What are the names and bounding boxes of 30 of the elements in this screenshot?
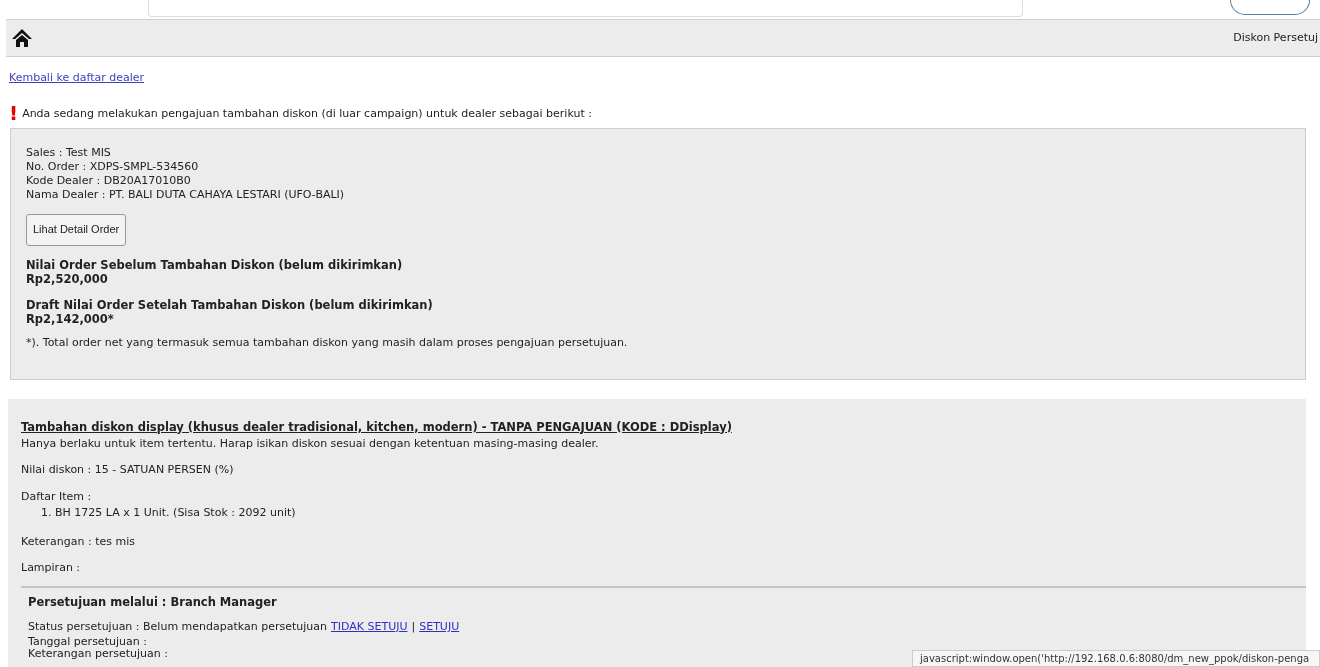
approval-date: Tanggal persetujuan : bbox=[28, 635, 147, 648]
approval-title: Persetujuan melalui : Branch Manager bbox=[28, 593, 278, 611]
approval-remark: Keterangan persetujuan : bbox=[28, 647, 168, 660]
back-link[interactable]: Kembali ke daftar dealer bbox=[9, 70, 145, 87]
link-separator: | bbox=[411, 619, 416, 635]
items-label: Daftar Item : bbox=[21, 488, 93, 505]
reject-link[interactable]: TIDAK SETUJU bbox=[331, 619, 408, 636]
detail-order-button[interactable]: Lihat Detail Order bbox=[26, 213, 127, 246]
order-info-line: Sales : Test MIS bbox=[26, 145, 112, 160]
total-label: Draft Nilai Order Setelah Tambahan Diskon (belum dikirimkan) bbox=[26, 297, 434, 312]
status-bar-url: javascript:window.open('http://192.168.0.6:8080/dm_new_ppok/diskon-penga bbox=[912, 650, 1320, 667]
discount-value: Nilai diskon : 15 - SATUAN PERSEN (%) bbox=[21, 462, 235, 479]
approve-link[interactable]: SETUJU bbox=[419, 619, 460, 636]
order-info-line: Kode Dealer : DB20A17010B0 bbox=[26, 173, 192, 188]
total-value: Rp2,142,000* bbox=[26, 311, 115, 326]
footnote: *). Total order net yang termasuk semua tambahan diskon yang masih dalam proses pengajuan persetujuan. bbox=[26, 334, 629, 351]
item-line: 1. BH 1725 LA x 1 Unit. (Sisa Stok : 2092 unit) bbox=[41, 505, 297, 522]
attachment-label: Lampiran : bbox=[21, 560, 82, 577]
discount-title: Tambahan diskon display (khusus dealer tradisional, kitchen, modern) - TANPA PENGAJUAN (KODE : DDisplay) bbox=[21, 418, 733, 436]
approval-status: Status persetujuan : Belum mendapatkan persetujuan bbox=[28, 619, 327, 635]
total-label: Nilai Order Sebelum Tambahan Diskon (belum dikirimkan) bbox=[26, 257, 404, 272]
order-info-line: No. Order : XDPS-SMPL-534560 bbox=[26, 159, 200, 174]
order-info-line: Nama Dealer : PT. BALI DUTA CAHAYA LESTARI (UFO-BALI) bbox=[26, 187, 346, 202]
home-icon[interactable] bbox=[11, 28, 33, 48]
total-value: Rp2,520,000 bbox=[26, 271, 109, 286]
warning-icon: ! bbox=[9, 102, 19, 123]
notice-text: Anda sedang melakukan pengajuan tambahan diskon (di luar campaign) untuk dealer sebagai berikut : bbox=[22, 106, 592, 122]
discount-description: Hanya berlaku untuk item tertentu. Harap isikan diskon sesuai dengan ketentuan masing-masing dealer. bbox=[21, 435, 600, 452]
note-text: Keterangan : tes mis bbox=[21, 533, 136, 550]
page-title: Diskon Persetuj bbox=[1233, 29, 1318, 46]
